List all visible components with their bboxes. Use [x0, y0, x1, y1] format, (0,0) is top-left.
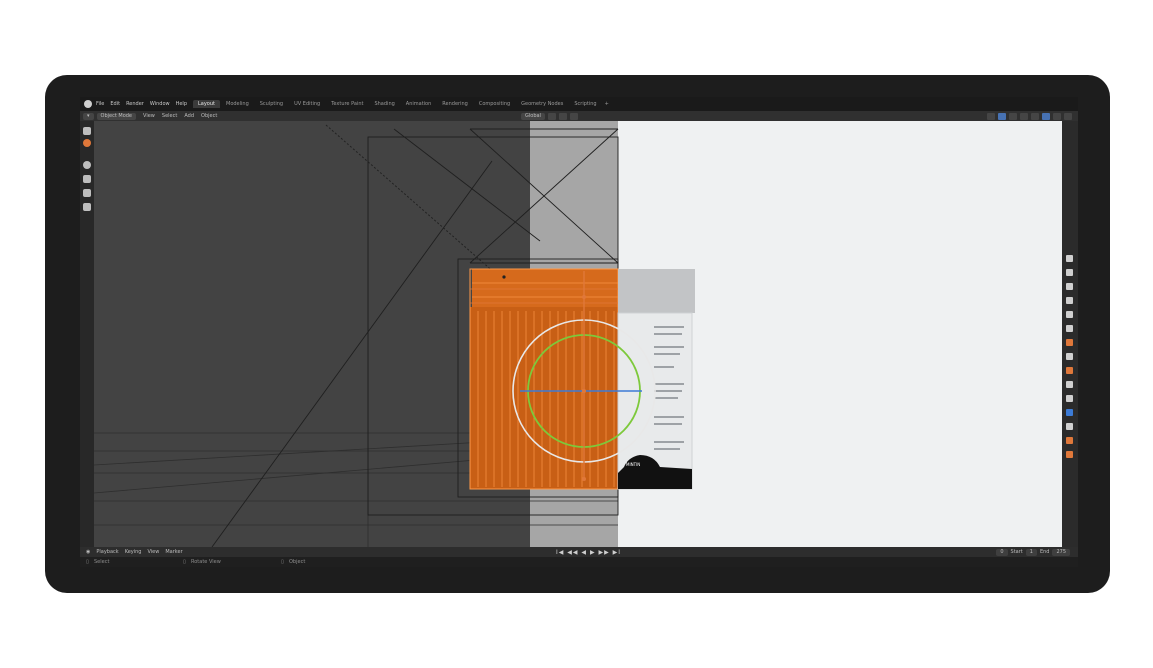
gizmo-toggle-icon[interactable]	[998, 112, 1006, 120]
tab-uv-editing[interactable]: UV Editing	[289, 100, 325, 108]
texture-properties-icon[interactable]	[1066, 437, 1073, 444]
blender-logo-icon[interactable]	[84, 100, 92, 108]
view-layer-properties-icon[interactable]	[1066, 297, 1073, 304]
scene-overlay: MINTIN	[94, 124, 695, 547]
menu-help[interactable]: Help	[176, 101, 187, 107]
menu-view[interactable]: View	[143, 113, 155, 119]
render-properties-icon[interactable]	[1066, 269, 1073, 276]
jar-selected-half	[469, 268, 619, 490]
3d-viewport[interactable]: MINTIN	[94, 121, 1062, 547]
menu-file[interactable]: File	[96, 101, 104, 107]
tab-scripting[interactable]: Scripting	[569, 100, 601, 108]
orientation-dropdown[interactable]: Global	[521, 112, 545, 120]
wireframe-shading-icon[interactable]	[1031, 112, 1039, 120]
top-menu-bar: File Edit Render Window Help Layout Mode…	[80, 97, 1078, 111]
properties-tab-strip	[1062, 121, 1078, 547]
status-object: Object	[289, 559, 306, 565]
constraints-properties-icon[interactable]	[1066, 395, 1073, 402]
tab-texture-paint[interactable]: Texture Paint	[326, 100, 368, 108]
playback-menu[interactable]: Playback	[96, 549, 118, 555]
hand-icon[interactable]	[83, 175, 91, 183]
grid-icon[interactable]	[83, 203, 91, 211]
world-properties-icon[interactable]	[1066, 325, 1073, 332]
menu-window[interactable]: Window	[150, 101, 170, 107]
overlay-toggle-icon[interactable]	[1009, 112, 1017, 120]
mouse-right-icon: ▯	[281, 559, 284, 565]
visibility-icon[interactable]	[987, 112, 995, 120]
editor-type-button[interactable]: ▾	[83, 112, 94, 120]
tab-animation[interactable]: Animation	[401, 100, 437, 108]
particles-properties-icon[interactable]	[1066, 367, 1073, 374]
mouse-middle-icon: ▯	[183, 559, 186, 565]
blender-window: File Edit Render Window Help Layout Mode…	[80, 97, 1078, 567]
relation-line	[325, 124, 505, 282]
tab-sculpting[interactable]: Sculpting	[255, 100, 288, 108]
marker-menu[interactable]: Marker	[165, 549, 182, 555]
start-frame-field[interactable]: 1	[1025, 548, 1037, 556]
shading-controls	[987, 112, 1072, 120]
object-properties-icon[interactable]	[1066, 339, 1073, 346]
mode-dropdown[interactable]: Object Mode	[96, 112, 137, 120]
tab-modeling[interactable]: Modeling	[221, 100, 254, 108]
solid-shading-icon[interactable]	[1042, 112, 1050, 120]
snap-icon[interactable]	[558, 112, 567, 120]
transform-settings: Global	[518, 112, 578, 120]
status-select: Select	[94, 559, 110, 565]
timeline-header: ◉ Playback Keying View Marker I◀ ◀◀ ◀ ▶ …	[80, 547, 1078, 557]
pivot-icon[interactable]	[547, 112, 556, 120]
jar-label-badge: MINTIN	[626, 462, 640, 467]
end-frame-field[interactable]: 275	[1052, 548, 1070, 556]
zoom-icon[interactable]	[83, 161, 91, 169]
status-bar: ▯ Select ▯ Rotate View ▯ Object	[80, 557, 1078, 567]
tool-properties-icon[interactable]	[1066, 255, 1073, 262]
material-properties-icon[interactable]	[1066, 423, 1073, 430]
viewport-header: ▾ Object Mode View Select Add Object Glo…	[80, 111, 1078, 121]
tab-shading[interactable]: Shading	[369, 100, 399, 108]
physics-properties-icon[interactable]	[1066, 381, 1073, 388]
tab-layout[interactable]: Layout	[193, 100, 220, 108]
modifier-properties-icon[interactable]	[1066, 353, 1073, 360]
proportional-edit-icon[interactable]	[569, 112, 578, 120]
xray-toggle-icon[interactable]	[1020, 112, 1028, 120]
menu-select[interactable]: Select	[162, 113, 177, 119]
tab-geometry-nodes[interactable]: Geometry Nodes	[516, 100, 568, 108]
data-properties-icon[interactable]	[1066, 409, 1073, 416]
select-box-tool-icon[interactable]	[83, 127, 91, 135]
menu-add[interactable]: Add	[184, 113, 194, 119]
view-menu[interactable]: View	[147, 549, 159, 555]
material-shading-icon[interactable]	[1053, 112, 1061, 120]
cursor-tool-icon[interactable]	[83, 139, 91, 147]
add-workspace-button[interactable]: +	[605, 101, 609, 107]
keying-menu[interactable]: Keying	[125, 549, 142, 555]
playback-controls[interactable]: I◀ ◀◀ ◀ ▶ ▶▶ ▶I	[556, 549, 621, 556]
tab-rendering[interactable]: Rendering	[437, 100, 473, 108]
menu-edit[interactable]: Edit	[110, 101, 120, 107]
timeline-editor-icon[interactable]: ◉	[86, 549, 90, 555]
status-rotate-view: Rotate View	[191, 559, 221, 565]
shader-properties-icon[interactable]	[1066, 451, 1073, 458]
rendered-shading-icon[interactable]	[1064, 112, 1072, 120]
camera-icon[interactable]	[83, 189, 91, 197]
menu-render[interactable]: Render	[126, 101, 144, 107]
jar-rendered-half	[617, 269, 695, 490]
left-toolbar	[80, 121, 94, 547]
scene-properties-icon[interactable]	[1066, 311, 1073, 318]
current-frame-field[interactable]: 0	[996, 548, 1008, 556]
start-label: Start	[1010, 548, 1023, 555]
output-properties-icon[interactable]	[1066, 283, 1073, 290]
menu-object[interactable]: Object	[201, 113, 217, 119]
frame-range: 0 Start 1 End 275	[996, 548, 1070, 556]
mouse-left-icon: ▯	[86, 559, 89, 565]
tab-compositing[interactable]: Compositing	[474, 100, 515, 108]
end-label: End	[1039, 548, 1050, 555]
